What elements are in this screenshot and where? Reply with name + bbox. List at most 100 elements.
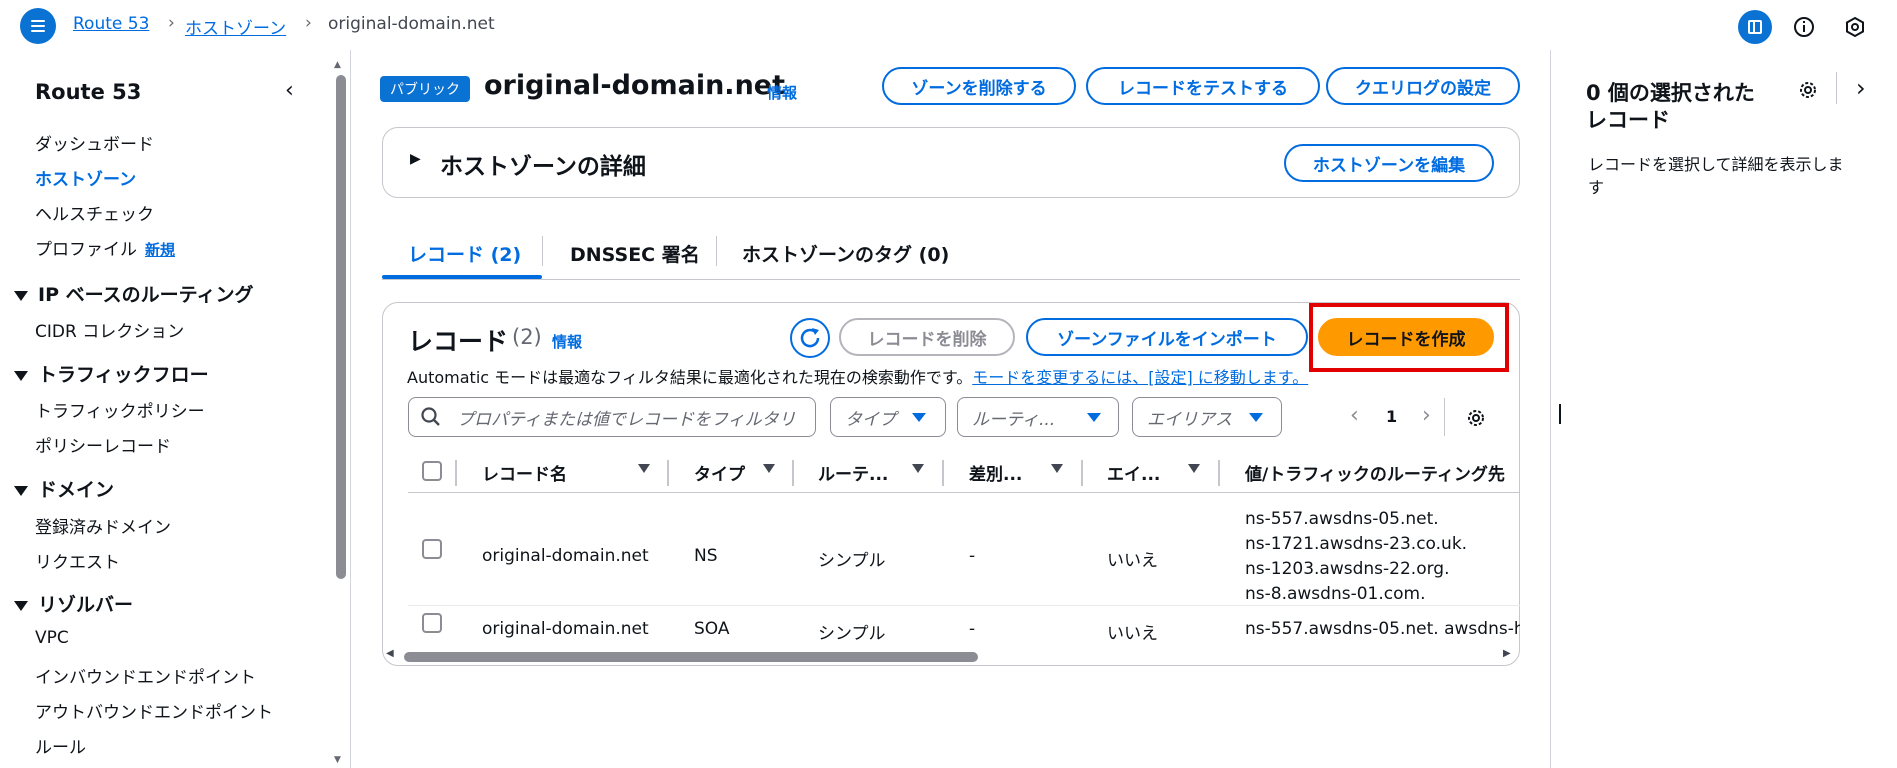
info-link[interactable]: 情報 [767,82,797,103]
delete-zone-button[interactable]: ゾーンを削除する [882,67,1076,105]
right-panel-title-line2: レコード [1586,108,1670,132]
filter-input[interactable]: プロパティまたは値でレコードをフィルタリ [408,397,816,437]
breadcrumb-hosted-zones[interactable]: ホストゾーン [185,14,286,39]
type-select-label: タイプ [845,409,896,430]
nav-item-dashboard[interactable]: ダッシュボード [35,130,154,155]
nav-item-health-checks[interactable]: ヘルスチェック [35,200,154,225]
info-icon[interactable] [1787,10,1821,44]
caret-right-icon[interactable]: ▶ [410,151,421,167]
edit-zone-button[interactable]: ホストゾーンを編集 [1284,144,1494,182]
menu-icon[interactable] [20,8,56,44]
caret-down-icon [1249,413,1263,422]
records-info-link[interactable]: 情報 [552,331,582,352]
query-log-button[interactable]: クエリログの設定 [1326,67,1520,105]
nav-item-policy-records[interactable]: ポリシーレコード [35,432,171,457]
tab-dnssec[interactable]: DNSSEC 署名 [570,240,700,267]
nav-item-cidr[interactable]: CIDR コレクション [35,317,184,342]
row-checkbox[interactable] [422,613,442,633]
settings-icon[interactable] [1796,78,1820,107]
scroll-left-icon[interactable]: ◀ [386,648,394,659]
collapse-nav-icon[interactable]: ‹ [285,78,294,103]
col-routing[interactable]: ルーテ... [818,460,888,485]
col-differentiator[interactable]: 差別... [969,460,1022,485]
tab-records[interactable]: レコード (2) [408,240,521,267]
cell-value-line: ns-8.awsdns-01.com. [1245,584,1426,604]
tab-tags[interactable]: ホストゾーンのタグ (0) [742,240,949,267]
nav-section-resolver[interactable]: リゾルバー [14,590,133,617]
panel-toggle-icon[interactable] [1738,10,1772,44]
next-page-icon[interactable]: › [1422,403,1431,428]
nav-item-hosted-zones[interactable]: ホストゾーン [35,165,136,190]
sort-icon[interactable] [638,464,650,473]
scroll-right-icon[interactable]: ▶ [1503,648,1511,659]
mode-description: Automatic モードは最適なフィルタ結果に最適化された現在の検索動作です。 [407,368,973,387]
caret-down-icon [1087,413,1101,422]
nav-item-profiles[interactable]: プロファイル 新規 [35,235,175,260]
settings-icon[interactable] [1464,406,1488,435]
column-divider [1081,460,1083,486]
row-checkbox[interactable] [422,539,442,559]
cell-record-name[interactable]: original-domain.net [482,619,649,639]
sort-icon[interactable] [1188,464,1200,473]
public-badge: パブリック [380,76,470,102]
scroll-up-icon[interactable]: ▲ [334,60,341,70]
alias-select-label: エイリアス [1147,409,1232,430]
sort-icon[interactable] [912,464,924,473]
caret-down-icon [14,290,28,301]
test-record-button[interactable]: レコードをテストする [1086,67,1320,105]
nav-section-domains[interactable]: ドメイン [14,475,114,502]
caret-down-icon [912,413,926,422]
page-title: original-domain.net [484,70,786,101]
mode-text: Automatic モードは最適なフィルタ結果に最適化された現在の検索動作です。… [407,364,1308,388]
nav-scrollbar[interactable] [336,75,346,579]
delete-record-button[interactable]: レコードを削除 [839,318,1015,356]
cell-differentiator: - [969,546,976,566]
nav-item-rules[interactable]: ルール [35,733,86,758]
cloudshell-icon[interactable] [1838,10,1872,44]
nav-section-traffic-flow[interactable]: トラフィックフロー [14,360,209,387]
right-panel-desc-line2: す [1588,178,1605,197]
records-title: レコード [408,327,509,356]
col-type[interactable]: タイプ [694,460,745,485]
divider [1836,72,1837,104]
nav-section-label: IP ベースのルーティング [38,284,254,306]
mode-settings-link[interactable]: モードを変更するには、[設定] に移動します。 [972,368,1308,387]
nav-item-outbound-endpoints[interactable]: アウトバウンドエンドポイント [35,698,273,723]
col-record-name[interactable]: レコード名 [482,460,567,485]
nav-item-profiles-label: プロファイル [35,240,137,260]
refresh-icon[interactable] [790,318,830,358]
zone-details-title[interactable]: ホストゾーンの詳細 [440,147,646,181]
page-number[interactable]: 1 [1386,407,1397,426]
cell-value-line: ns-1721.awsdns-23.co.uk. [1245,534,1468,554]
close-panel-icon[interactable]: › [1856,74,1866,102]
cell-type: NS [694,546,718,566]
nav-item-requests[interactable]: リクエスト [35,548,120,573]
col-alias[interactable]: エイ... [1107,460,1160,485]
nav-section-label: ドメイン [38,479,115,501]
new-badge: 新規 [145,241,176,259]
breadcrumb-route53[interactable]: Route 53 [73,14,149,34]
nav-item-inbound-endpoints[interactable]: インバウンドエンドポイント [35,663,256,688]
import-zone-file-button[interactable]: ゾーンファイルをインポート [1026,318,1308,356]
scroll-down-icon[interactable]: ▼ [334,755,341,765]
select-all-checkbox[interactable] [422,461,442,481]
nav-section-ip-routing[interactable]: IP ベースのルーティング [14,280,254,307]
cell-record-name[interactable]: original-domain.net [482,546,649,566]
nav-item-registered-domains[interactable]: 登録済みドメイン [35,513,171,538]
routing-select-label: ルーティ... [972,409,1056,430]
divider [350,50,351,768]
nav-item-traffic-policies[interactable]: トラフィックポリシー [35,397,205,422]
sort-icon[interactable] [763,464,775,473]
sort-icon[interactable] [1051,464,1063,473]
type-select[interactable]: タイプ [830,397,946,437]
col-value[interactable]: 値/トラフィックのルーティング先 [1245,460,1505,485]
panel-resize-handle[interactable] [1559,404,1561,424]
records-count: (2) [512,325,542,349]
caret-down-icon [14,600,28,611]
cell-type: SOA [694,619,730,639]
prev-page-icon[interactable]: ‹ [1350,403,1359,428]
table-hscrollbar[interactable] [404,652,978,662]
caret-down-icon [14,370,28,381]
nav-item-vpc[interactable]: VPC [35,628,69,648]
cell-value-line: ns-557.awsdns-05.net. awsdns-hos [1245,619,1520,639]
